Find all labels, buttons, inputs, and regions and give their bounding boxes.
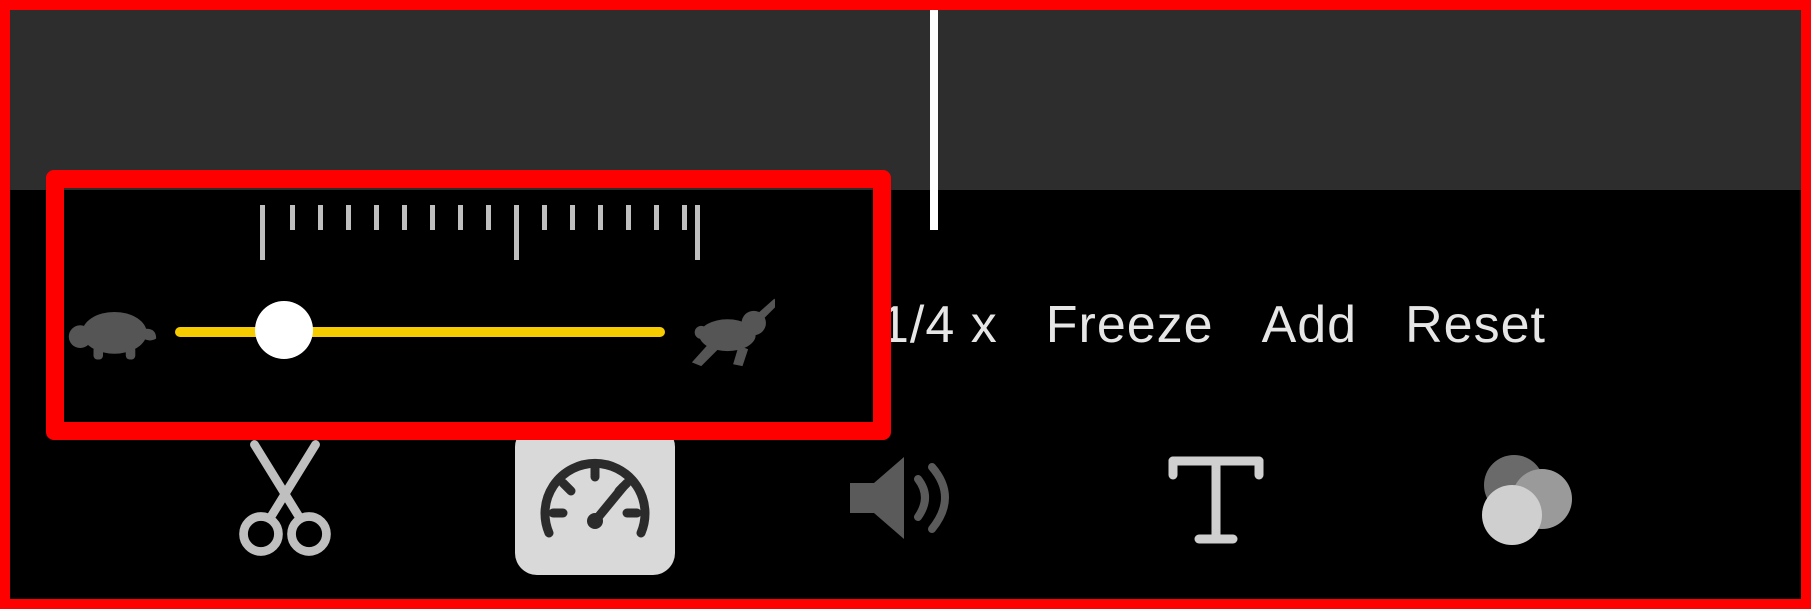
speed-slider[interactable] [175, 323, 665, 337]
speed-text-buttons: 1/4 x Freeze Add Reset [880, 295, 1546, 355]
speaker-icon [840, 443, 970, 558]
color-filters-icon [1466, 443, 1586, 558]
screenshot-frame: 1/4 x Freeze Add Reset [0, 0, 1811, 609]
text-tool[interactable] [1136, 425, 1296, 575]
editor-toolbar [10, 415, 1801, 585]
speed-slider-track [175, 327, 665, 337]
turtle-icon [65, 293, 160, 368]
cut-tool[interactable] [205, 425, 365, 575]
speed-slider-thumb[interactable] [255, 301, 313, 359]
timeline-playhead[interactable] [930, 10, 938, 230]
speedometer-icon [535, 443, 655, 558]
timeline-strip [10, 10, 1801, 190]
rabbit-icon [680, 293, 775, 368]
speed-tool[interactable] [515, 425, 675, 575]
volume-tool[interactable] [825, 425, 985, 575]
add-button[interactable]: Add [1262, 295, 1358, 355]
freeze-button[interactable]: Freeze [1046, 295, 1214, 355]
reset-button[interactable]: Reset [1405, 295, 1546, 355]
text-icon [1161, 443, 1271, 558]
speed-rate-button[interactable]: 1/4 x [880, 295, 998, 355]
scissors-icon [230, 438, 340, 563]
filters-tool[interactable] [1446, 425, 1606, 575]
speed-ruler [260, 205, 700, 260]
